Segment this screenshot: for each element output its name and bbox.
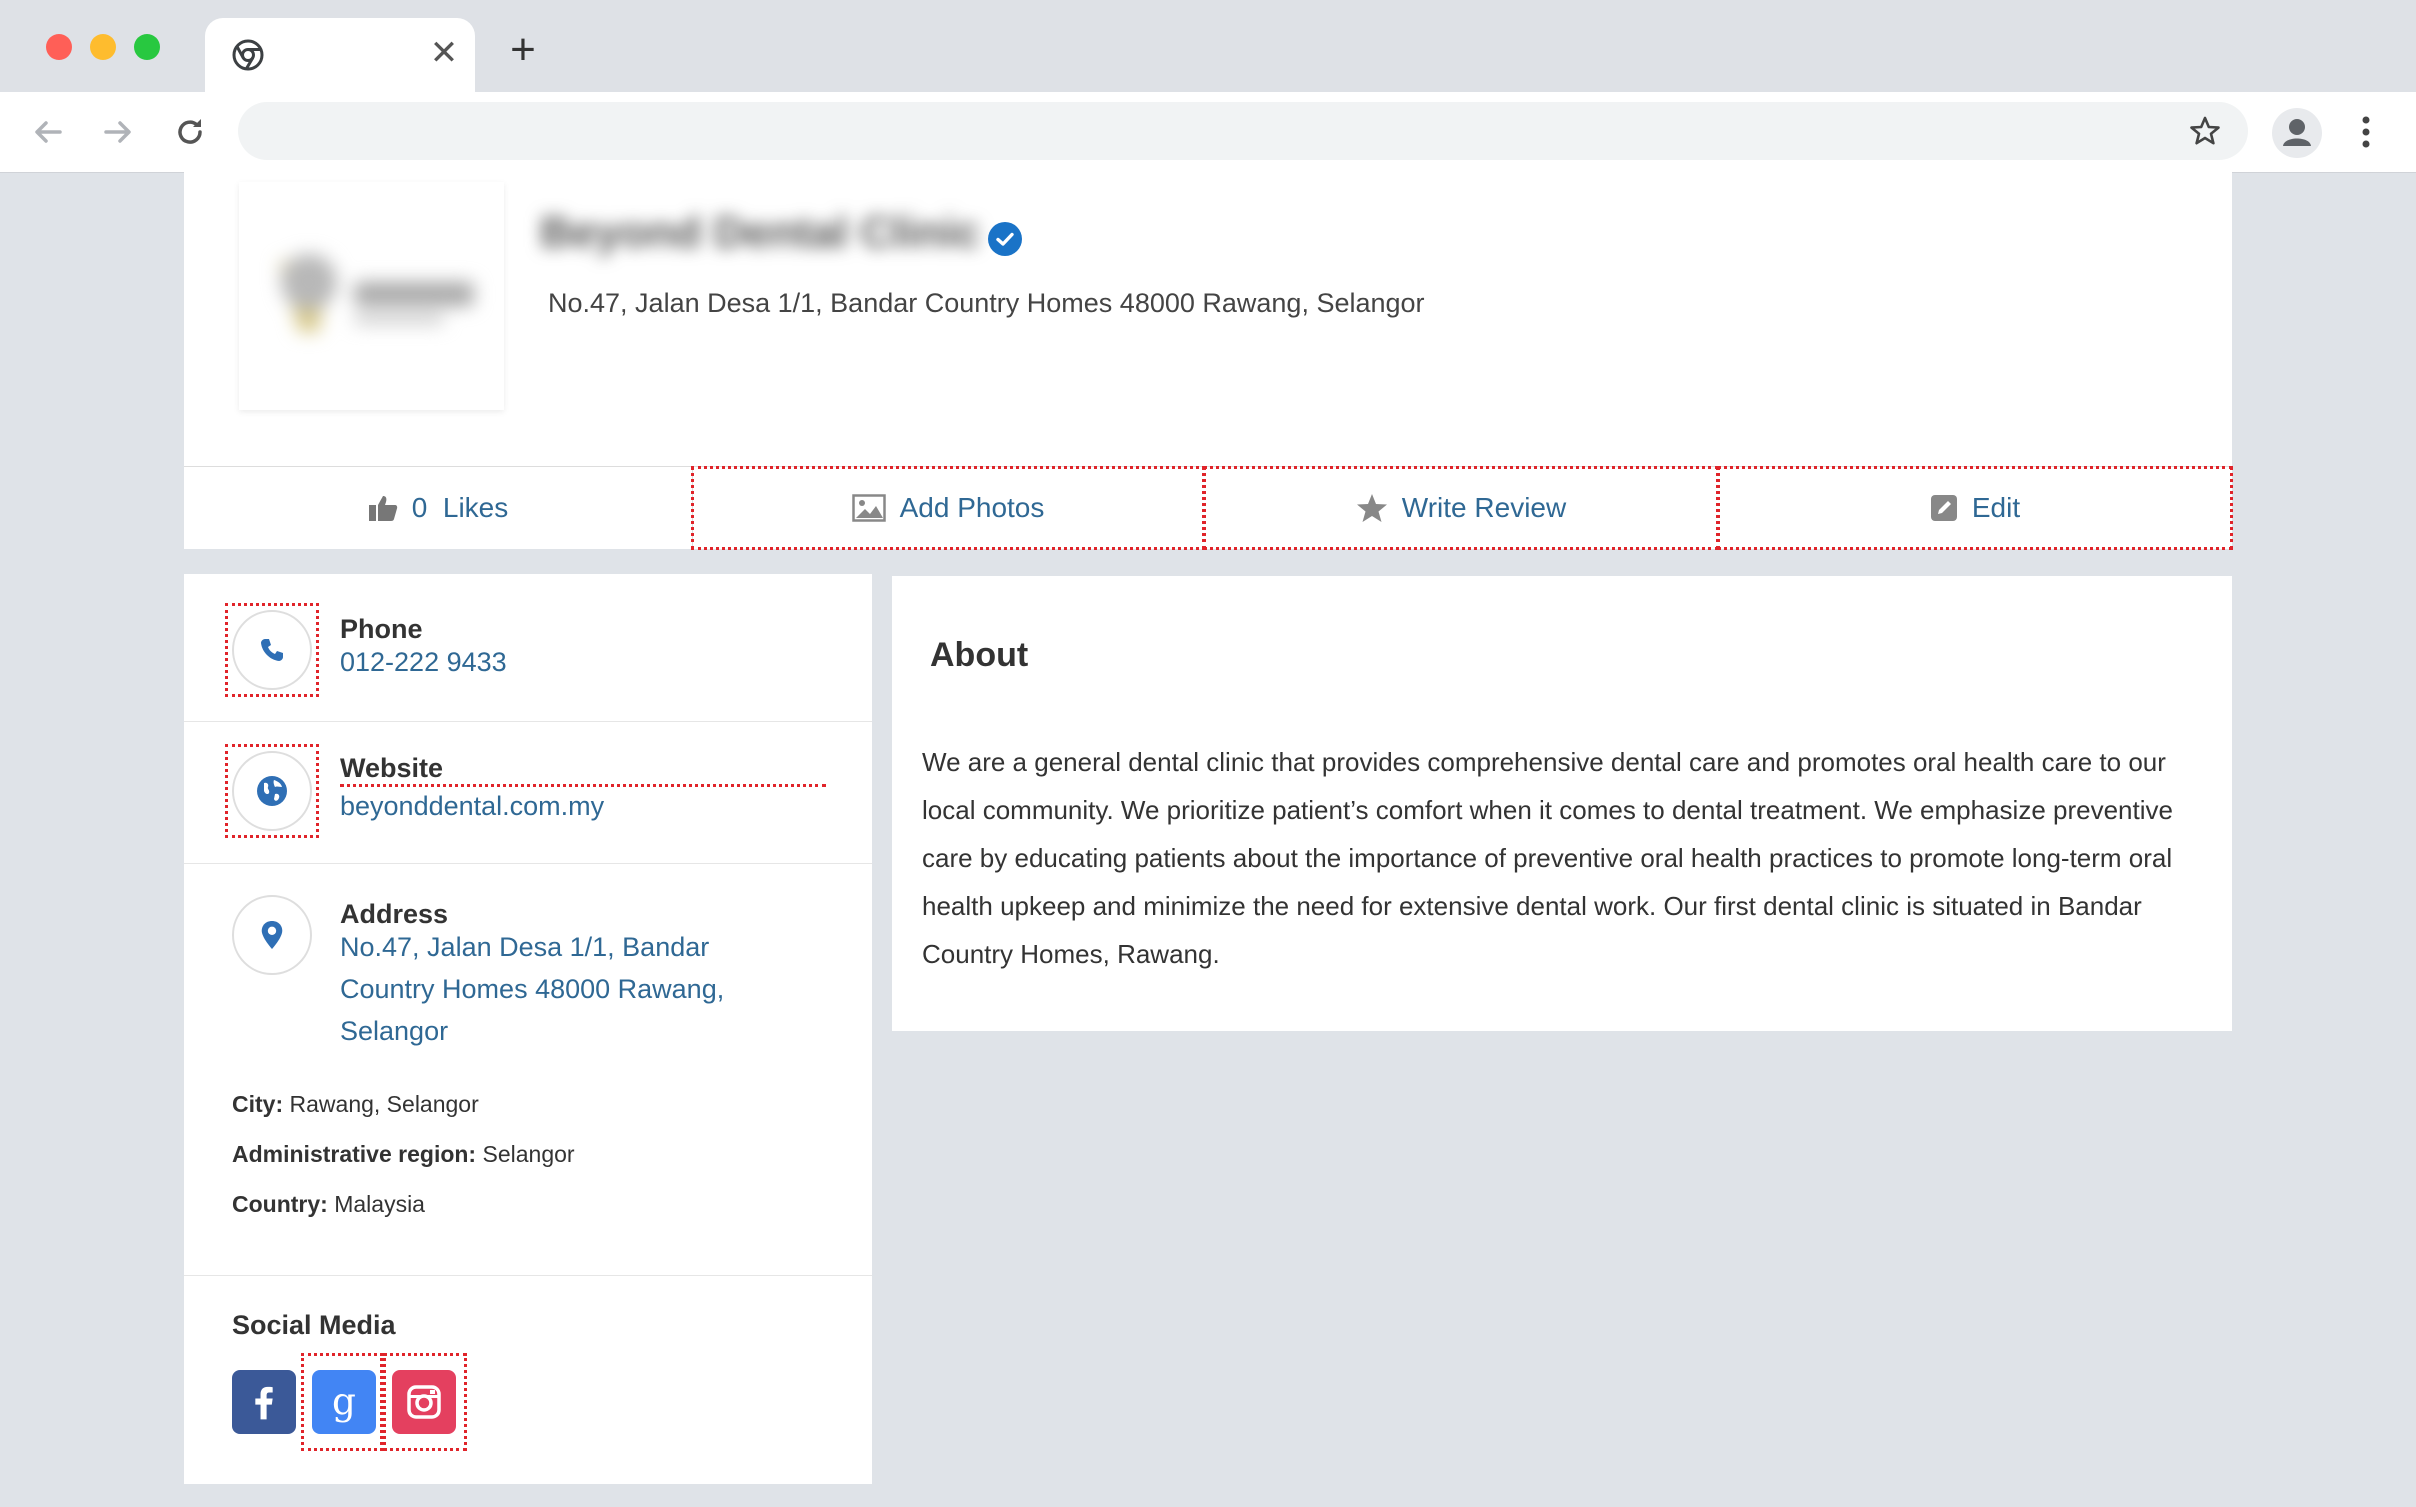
about-text: We are a general dental clinic that prov…	[922, 747, 2173, 969]
window-maximize-button[interactable]	[134, 34, 160, 60]
about-title: About	[930, 636, 1029, 674]
city-value: Rawang, Selangor	[289, 1091, 479, 1117]
chrome-icon	[232, 39, 264, 71]
profile-avatar-icon[interactable]	[2272, 108, 2322, 158]
edit-label: Edit	[1971, 492, 2021, 523]
city-line: City: Rawang, Selangor	[232, 1091, 479, 1118]
business-address: No.47, Jalan Desa 1/1, Bandar Country Ho…	[548, 288, 1425, 318]
address-row: Address No.47, Jalan Desa 1/1, Bandar Co…	[184, 863, 872, 1276]
svg-text:g: g	[332, 1379, 356, 1423]
map-pin-icon	[232, 895, 312, 975]
region-line: Administrative region: Selangor	[232, 1141, 575, 1168]
window-close-button[interactable]	[46, 34, 72, 60]
google-icon[interactable]: g	[312, 1370, 376, 1434]
contact-card: Phone 012-222 9433 Website beyonddental.…	[184, 574, 872, 1484]
likes-count: 0	[411, 492, 428, 523]
globe-icon[interactable]	[232, 751, 312, 831]
star-icon	[1356, 494, 1387, 522]
city-label: City:	[232, 1091, 284, 1117]
listing-header: Beyond Dental Clinic No.47, Jalan Desa 1…	[184, 172, 2232, 466]
address-bar[interactable]	[238, 102, 2248, 160]
country-value: Malaysia	[334, 1191, 425, 1217]
forward-arrow-icon[interactable]	[98, 112, 138, 152]
browser-toolbar	[0, 92, 2416, 173]
tab-close-icon[interactable]: ✕	[427, 36, 461, 70]
browser-tab[interactable]: ✕	[205, 18, 475, 92]
about-card: About We are a general dental clinic tha…	[892, 576, 2232, 1031]
reload-icon[interactable]	[170, 112, 210, 152]
verified-badge-icon	[988, 222, 1022, 256]
website-label: Website	[340, 753, 826, 787]
address-link[interactable]: No.47, Jalan Desa 1/1, Bandar Country Ho…	[340, 926, 760, 1052]
bookmark-star-icon[interactable]	[2188, 114, 2222, 148]
browser-menu-icon[interactable]	[2354, 112, 2378, 152]
new-tab-button[interactable]: +	[505, 28, 541, 72]
write-review-label: Write Review	[1401, 492, 1567, 523]
instagram-icon[interactable]	[392, 1370, 456, 1434]
back-arrow-icon[interactable]	[28, 112, 68, 152]
business-logo	[239, 182, 504, 410]
window-minimize-button[interactable]	[90, 34, 116, 60]
region-label: Administrative region:	[232, 1141, 477, 1167]
thumbs-up-icon	[368, 496, 397, 521]
phone-row: Phone 012-222 9433	[184, 574, 872, 722]
action-bar: 0 Likes Add Photos Write Review Edit	[184, 466, 2233, 550]
facebook-icon[interactable]	[232, 1370, 296, 1434]
browser-tab-bar: ✕ +	[0, 0, 2416, 92]
write-review-button[interactable]: Write Review	[1203, 466, 1719, 550]
add-photos-label: Add Photos	[899, 492, 1045, 523]
business-logo-image	[279, 254, 474, 332]
business-name: Beyond Dental Clinic	[540, 208, 981, 257]
phone-icon[interactable]	[232, 610, 312, 690]
edit-button[interactable]: Edit	[1717, 466, 2233, 550]
phone-link[interactable]: 012-222 9433	[340, 641, 507, 683]
edit-icon	[1930, 495, 1957, 521]
website-row: Website beyonddental.com.my	[184, 721, 872, 864]
website-link[interactable]: beyonddental.com.my	[340, 785, 604, 827]
social-media-title: Social Media	[232, 1310, 396, 1340]
country-label: Country:	[232, 1191, 328, 1217]
country-line: Country: Malaysia	[232, 1191, 425, 1218]
region-value: Selangor	[482, 1141, 575, 1167]
image-icon	[851, 494, 886, 522]
add-photos-button[interactable]: Add Photos	[691, 466, 1205, 550]
likes-label: Likes	[442, 492, 509, 523]
likes-button[interactable]: 0 Likes	[184, 467, 693, 549]
